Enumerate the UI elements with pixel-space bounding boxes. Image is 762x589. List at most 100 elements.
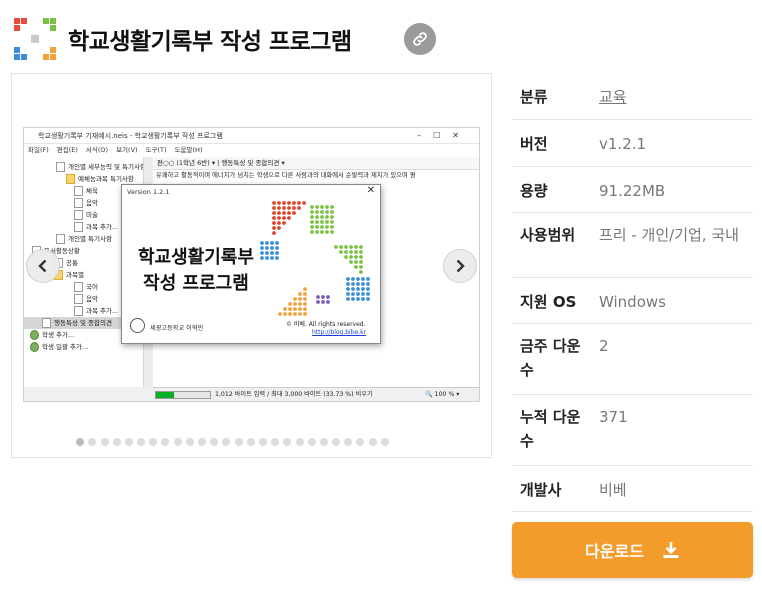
- menu-item: 보기(V): [116, 146, 138, 154]
- logo-dot: [282, 206, 286, 210]
- pagination-dot[interactable]: [76, 438, 85, 446]
- logo-dot: [325, 230, 329, 234]
- tree-item: 과목 추가...: [74, 221, 118, 233]
- logo-dot: [293, 297, 297, 301]
- logo-dot: [320, 220, 324, 224]
- zoom-value: 100 %: [434, 391, 455, 398]
- gallery-next-button[interactable]: [443, 249, 477, 283]
- info-value-link[interactable]: 교육: [599, 85, 627, 109]
- menu-item: 서식(O): [85, 146, 109, 154]
- info-label: 금주 다운수: [520, 337, 581, 379]
- editor-section: 행동특성 및 종합의견: [221, 159, 280, 167]
- logo-dot: [272, 206, 276, 210]
- logo-dot: [346, 292, 350, 296]
- info-value: Windows: [599, 293, 666, 311]
- pagination-dot[interactable]: [222, 438, 231, 446]
- program-info-table: 분류 교육 버전 v1.2.1 용량 91.22MB 사용범위 프리 - 개인/기업, 국내 지…: [512, 73, 753, 512]
- logo-dot: [272, 226, 276, 230]
- pagination-dot[interactable]: [380, 438, 389, 446]
- info-label: 용량: [520, 182, 548, 200]
- pagination-dot[interactable]: [137, 438, 146, 446]
- about-copyright: © 비베. All rights reserved.: [286, 321, 366, 328]
- pagination-dot[interactable]: [258, 438, 267, 446]
- info-row: 버전 v1.2.1: [512, 120, 753, 167]
- logo-dot: [310, 215, 314, 219]
- logo-dot: [356, 277, 360, 281]
- screenshot-gallery[interactable]: 학교생활기록부 기재예시.neis - 학교생활기록부 작성 프로그램 –☐✕ …: [11, 73, 492, 458]
- about-school: 세광고등학교 이혁민: [150, 325, 204, 332]
- share-link-button[interactable]: [404, 23, 436, 55]
- about-title-line2: 작성 프로그램: [143, 273, 249, 294]
- info-row: 금주 다운수 2: [512, 324, 753, 395]
- logo-dot: [361, 277, 365, 281]
- logo-dot: [351, 292, 355, 296]
- logo-dot: [302, 201, 306, 205]
- pagination-dot[interactable]: [368, 438, 377, 446]
- logo-dot: [344, 250, 348, 254]
- info-label: 버전: [520, 135, 548, 153]
- pagination-dot[interactable]: [173, 438, 182, 446]
- pagination-dot[interactable]: [332, 438, 341, 446]
- pagination-dot[interactable]: [234, 438, 243, 446]
- pagination-dot[interactable]: [149, 438, 158, 446]
- logo-dot: [330, 215, 334, 219]
- logo-dot: [287, 211, 291, 215]
- pagination-dot[interactable]: [124, 438, 133, 446]
- pagination-dot[interactable]: [100, 438, 109, 446]
- pagination-dot[interactable]: [283, 438, 292, 446]
- menu-item: 도구(T): [145, 146, 167, 154]
- pagination-dot[interactable]: [271, 438, 280, 446]
- gallery-prev-button[interactable]: [26, 249, 60, 283]
- page-title: 학교생활기록부 작성 프로그램: [68, 29, 352, 55]
- info-label: 누적 다운수: [520, 408, 581, 450]
- pagination-dot[interactable]: [295, 438, 304, 446]
- download-label: 다운로드: [585, 542, 644, 561]
- app-logo-icon: [10, 14, 60, 64]
- pagination-dot[interactable]: [344, 438, 353, 446]
- logo-dot: [277, 211, 281, 215]
- byte-progress: [155, 391, 211, 399]
- logo-dot: [282, 221, 286, 225]
- logo-dot: [303, 297, 307, 301]
- about-title: 학교생활기록부 작성 프로그램: [138, 245, 254, 297]
- logo-dot: [346, 287, 350, 291]
- logo-dot: [287, 216, 291, 220]
- info-value: 비베: [599, 481, 627, 499]
- pagination-dot[interactable]: [185, 438, 194, 446]
- tree-item: 음악: [74, 197, 98, 209]
- logo-dot: [320, 210, 324, 214]
- logo-dot: [316, 300, 320, 304]
- logo-dot: [272, 201, 276, 205]
- logo-dot: [315, 210, 319, 214]
- pagination-dot[interactable]: [88, 438, 97, 446]
- logo-dot: [310, 230, 314, 234]
- tree-item: 미술: [74, 209, 98, 221]
- logo-dot: [359, 255, 363, 259]
- logo-dot: [292, 211, 296, 215]
- download-button[interactable]: 다운로드: [512, 522, 753, 578]
- logo-dot: [346, 277, 350, 281]
- logo-dot: [265, 256, 269, 260]
- tree-item: 학생 일괄 추가...: [30, 341, 88, 353]
- pagination-dot[interactable]: [246, 438, 255, 446]
- info-value: 371: [599, 408, 628, 426]
- logo-dot: [349, 260, 353, 264]
- logo-dot: [339, 250, 343, 254]
- about-dialog: Version 1.2.1 ✕ 학교생활기록부 작성 프로그램 세광고등학교 이…: [121, 184, 381, 344]
- pagination-dot[interactable]: [319, 438, 328, 446]
- pagination-dot[interactable]: [356, 438, 365, 446]
- logo-dot: [326, 295, 330, 299]
- menu-item: 파일(F): [28, 146, 49, 154]
- logo-dot: [359, 245, 363, 249]
- pagination-dot[interactable]: [198, 438, 207, 446]
- pagination-dot[interactable]: [161, 438, 170, 446]
- pagination-dot[interactable]: [112, 438, 121, 446]
- info-row: 분류 교육: [512, 73, 753, 120]
- logo-dot: [282, 201, 286, 205]
- pagination-dot[interactable]: [307, 438, 316, 446]
- logo-dot: [321, 300, 325, 304]
- logo-dot: [354, 260, 358, 264]
- pagination-dot[interactable]: [210, 438, 219, 446]
- logo-dot: [277, 226, 281, 230]
- logo-dot: [330, 230, 334, 234]
